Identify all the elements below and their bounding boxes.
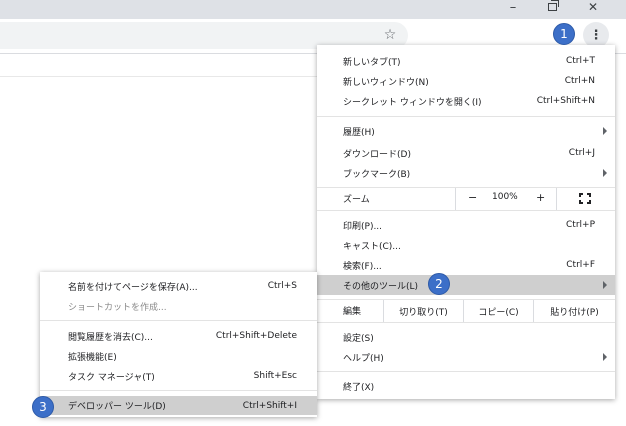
bookmark-star-icon[interactable]: ☆ <box>381 26 399 44</box>
menu-item-shortcut: Ctrl+Shift+Delete <box>215 331 297 341</box>
submenu-item-save-page[interactable]: 名前を付けてページを保存(A)... Ctrl+S <box>40 276 317 296</box>
menu-item-incognito[interactable]: シークレット ウィンドウを開く(I) Ctrl+Shift+N <box>317 91 615 111</box>
menu-item-label: 名前を付けてページを保存(A)... <box>68 282 198 293</box>
submenu-arrow-icon <box>603 353 607 361</box>
menu-item-find[interactable]: 検索(F)... Ctrl+F <box>317 255 615 275</box>
maximize-button[interactable] <box>535 0 569 16</box>
menu-item-shortcut: Ctrl+P <box>566 220 595 230</box>
menu-item-settings[interactable]: 設定(S) <box>317 327 615 347</box>
menu-item-label: シークレット ウィンドウを開く(I) <box>343 97 482 108</box>
menu-separator <box>317 116 615 117</box>
callout-badge-3: 3 <box>32 396 54 418</box>
menu-item-shortcut: Shift+Esc <box>253 371 297 381</box>
zoom-out-button[interactable]: − <box>468 191 477 204</box>
menu-item-more-tools[interactable]: その他のツール(L) <box>317 275 615 295</box>
submenu-item-developer-tools[interactable]: デベロッパー ツール(D) Ctrl+Shift+I <box>40 396 317 415</box>
cut-button[interactable]: 切り取り(T) <box>383 300 463 322</box>
menu-item-cast[interactable]: キャスト(C)... <box>317 235 615 255</box>
menu-item-label: 閲覧履歴を消去(C)... <box>68 332 153 343</box>
menu-item-new-window[interactable]: 新しいウィンドウ(N) Ctrl+N <box>317 71 615 91</box>
submenu-item-extensions[interactable]: 拡張機能(E) <box>40 346 317 366</box>
menu-item-label: 履歴(H) <box>343 127 375 138</box>
edit-label: 編集 <box>343 307 362 317</box>
close-button[interactable]: ✕ <box>576 0 610 16</box>
menu-item-label: 設定(S) <box>343 333 374 344</box>
menu-item-label: その他のツール(L) <box>343 281 419 292</box>
menu-edit-row: 編集 切り取り(T) コピー(C) 貼り付け(P) <box>317 300 615 322</box>
menu-separator <box>40 320 317 321</box>
menu-item-shortcut: Ctrl+Shift+N <box>536 96 595 106</box>
window-title-bar: – ✕ <box>0 0 626 19</box>
chrome-main-menu: 新しいタブ(T) Ctrl+T 新しいウィンドウ(N) Ctrl+N シークレッ… <box>317 45 615 399</box>
menu-item-label: ダウンロード(D) <box>343 149 411 160</box>
zoom-label: ズーム <box>343 195 370 205</box>
menu-item-label: 新しいタブ(T) <box>343 57 401 68</box>
menu-item-label: キャスト(C)... <box>343 241 401 252</box>
menu-item-label: デベロッパー ツール(D) <box>68 402 166 412</box>
page-divider <box>0 76 318 77</box>
menu-item-shortcut: Ctrl+S <box>267 281 297 291</box>
menu-item-bookmarks[interactable]: ブックマーク(B) <box>317 163 615 183</box>
menu-item-history[interactable]: 履歴(H) <box>317 121 615 141</box>
menu-item-label: ショートカットを作成... <box>68 302 167 313</box>
minimize-button[interactable]: – <box>496 0 530 16</box>
menu-item-label: 印刷(P)... <box>343 221 383 232</box>
submenu-item-create-shortcut[interactable]: ショートカットを作成... <box>40 296 317 316</box>
callout-badge-1: 1 <box>553 23 575 45</box>
menu-item-label: 新しいウィンドウ(N) <box>343 77 429 88</box>
menu-item-help[interactable]: ヘルプ(H) <box>317 347 615 367</box>
menu-item-print[interactable]: 印刷(P)... Ctrl+P <box>317 215 615 235</box>
submenu-arrow-icon <box>603 169 607 177</box>
menu-item-label: 検索(F)... <box>343 261 382 272</box>
menu-item-label: 拡張機能(E) <box>68 352 117 363</box>
menu-item-shortcut: Ctrl+F <box>566 260 595 270</box>
more-tools-submenu: 名前を付けてページを保存(A)... Ctrl+S ショートカットを作成... … <box>40 272 317 417</box>
menu-item-label: 終了(X) <box>343 382 375 393</box>
zoom-level: 100% <box>492 192 518 202</box>
menu-separator <box>40 390 317 391</box>
menu-zoom-row: ズーム − 100% + <box>317 188 615 210</box>
submenu-arrow-icon <box>603 127 607 135</box>
menu-item-label: ブックマーク(B) <box>343 169 411 180</box>
paste-button[interactable]: 貼り付け(P) <box>533 300 615 322</box>
callout-badge-2: 2 <box>428 273 450 295</box>
menu-item-shortcut: Ctrl+J <box>568 148 595 158</box>
menu-item-exit[interactable]: 終了(X) <box>317 376 615 396</box>
menu-item-shortcut: Ctrl+N <box>564 76 595 86</box>
menu-separator <box>317 371 615 372</box>
fullscreen-icon[interactable] <box>579 193 591 204</box>
menu-separator <box>317 210 615 211</box>
menu-separator <box>317 322 615 323</box>
menu-item-label: ヘルプ(H) <box>343 353 384 364</box>
menu-item-new-tab[interactable]: 新しいタブ(T) Ctrl+T <box>317 51 615 71</box>
copy-button[interactable]: コピー(C) <box>463 300 533 322</box>
submenu-arrow-icon <box>603 281 607 289</box>
restore-icon <box>547 0 559 11</box>
submenu-item-clear-history[interactable]: 閲覧履歴を消去(C)... Ctrl+Shift+Delete <box>40 326 317 346</box>
menu-item-shortcut: Ctrl+T <box>565 56 595 66</box>
zoom-in-button[interactable]: + <box>536 191 545 204</box>
menu-item-label: タスク マネージャ(T) <box>68 372 155 383</box>
submenu-item-task-manager[interactable]: タスク マネージャ(T) Shift+Esc <box>40 366 317 386</box>
menu-item-shortcut: Ctrl+Shift+I <box>242 400 297 411</box>
menu-item-downloads[interactable]: ダウンロード(D) Ctrl+J <box>317 143 615 163</box>
zoom-controls: − 100% + <box>455 188 557 210</box>
